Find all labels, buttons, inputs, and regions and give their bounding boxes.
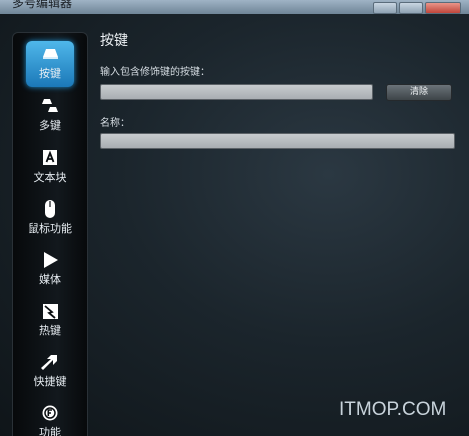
sidebar-item-label: 媒体 [39, 273, 61, 286]
sidebar-item-hotkey[interactable]: 热键 [13, 298, 87, 346]
text-block-icon [43, 150, 57, 165]
close-button[interactable] [425, 2, 461, 14]
clear-button[interactable]: 清除 [386, 84, 452, 101]
play-icon [44, 252, 58, 268]
sidebar-item-mouse-function[interactable]: 鼠标功能 [13, 196, 87, 244]
sidebar-item-label: 多键 [39, 119, 61, 132]
sidebar-item-label: 鼠标功能 [28, 222, 72, 235]
page-title: 按键 [100, 33, 128, 49]
shortcut-arrow-icon [41, 355, 57, 370]
title-bar: 多号编辑器 [0, 0, 469, 14]
sidebar-item-keystroke[interactable]: 按键 [13, 41, 87, 89]
window-controls [373, 2, 461, 14]
keystroke-field-label: 输入包含修饰键的按键： [100, 67, 210, 78]
hotkey-icon [43, 304, 58, 319]
keycap-icon [43, 49, 58, 59]
name-field-label: 名称： [100, 118, 130, 129]
sidebar-item-multikey[interactable]: 多键 [13, 93, 87, 141]
sidebar-item-label: 按键 [39, 67, 61, 80]
sidebar-item-label: 文本块 [33, 171, 67, 184]
maximize-button[interactable] [399, 2, 423, 14]
keystroke-input[interactable] [100, 84, 373, 100]
sidebar-item-text-block[interactable]: 文本块 [13, 145, 87, 193]
minimize-button[interactable] [373, 2, 397, 14]
sidebar-item-label: 快捷键 [33, 375, 67, 388]
multi-key-icon [42, 99, 58, 112]
sidebar-item-media[interactable]: 媒体 [13, 247, 87, 295]
app-window: 多号编辑器 按键 多键 文本块 鼠标功能 媒体 热键 快捷键 功能 按键 输入包… [0, 0, 469, 436]
name-input[interactable] [100, 133, 455, 149]
mouse-icon [45, 200, 55, 218]
sidebar-item-label: 功能 [39, 426, 61, 436]
window-title: 多号编辑器 [12, 0, 73, 10]
sidebar-nav: 按键 多键 文本块 鼠标功能 媒体 热键 快捷键 功能 [12, 32, 88, 436]
function-gear-icon [42, 405, 58, 421]
sidebar-item-function[interactable]: 功能 [13, 400, 87, 436]
sidebar-item-label: 热键 [39, 324, 61, 337]
sidebar-item-shortcut[interactable]: 快捷键 [13, 349, 87, 397]
watermark-text: ITMOP.COM [339, 399, 447, 420]
